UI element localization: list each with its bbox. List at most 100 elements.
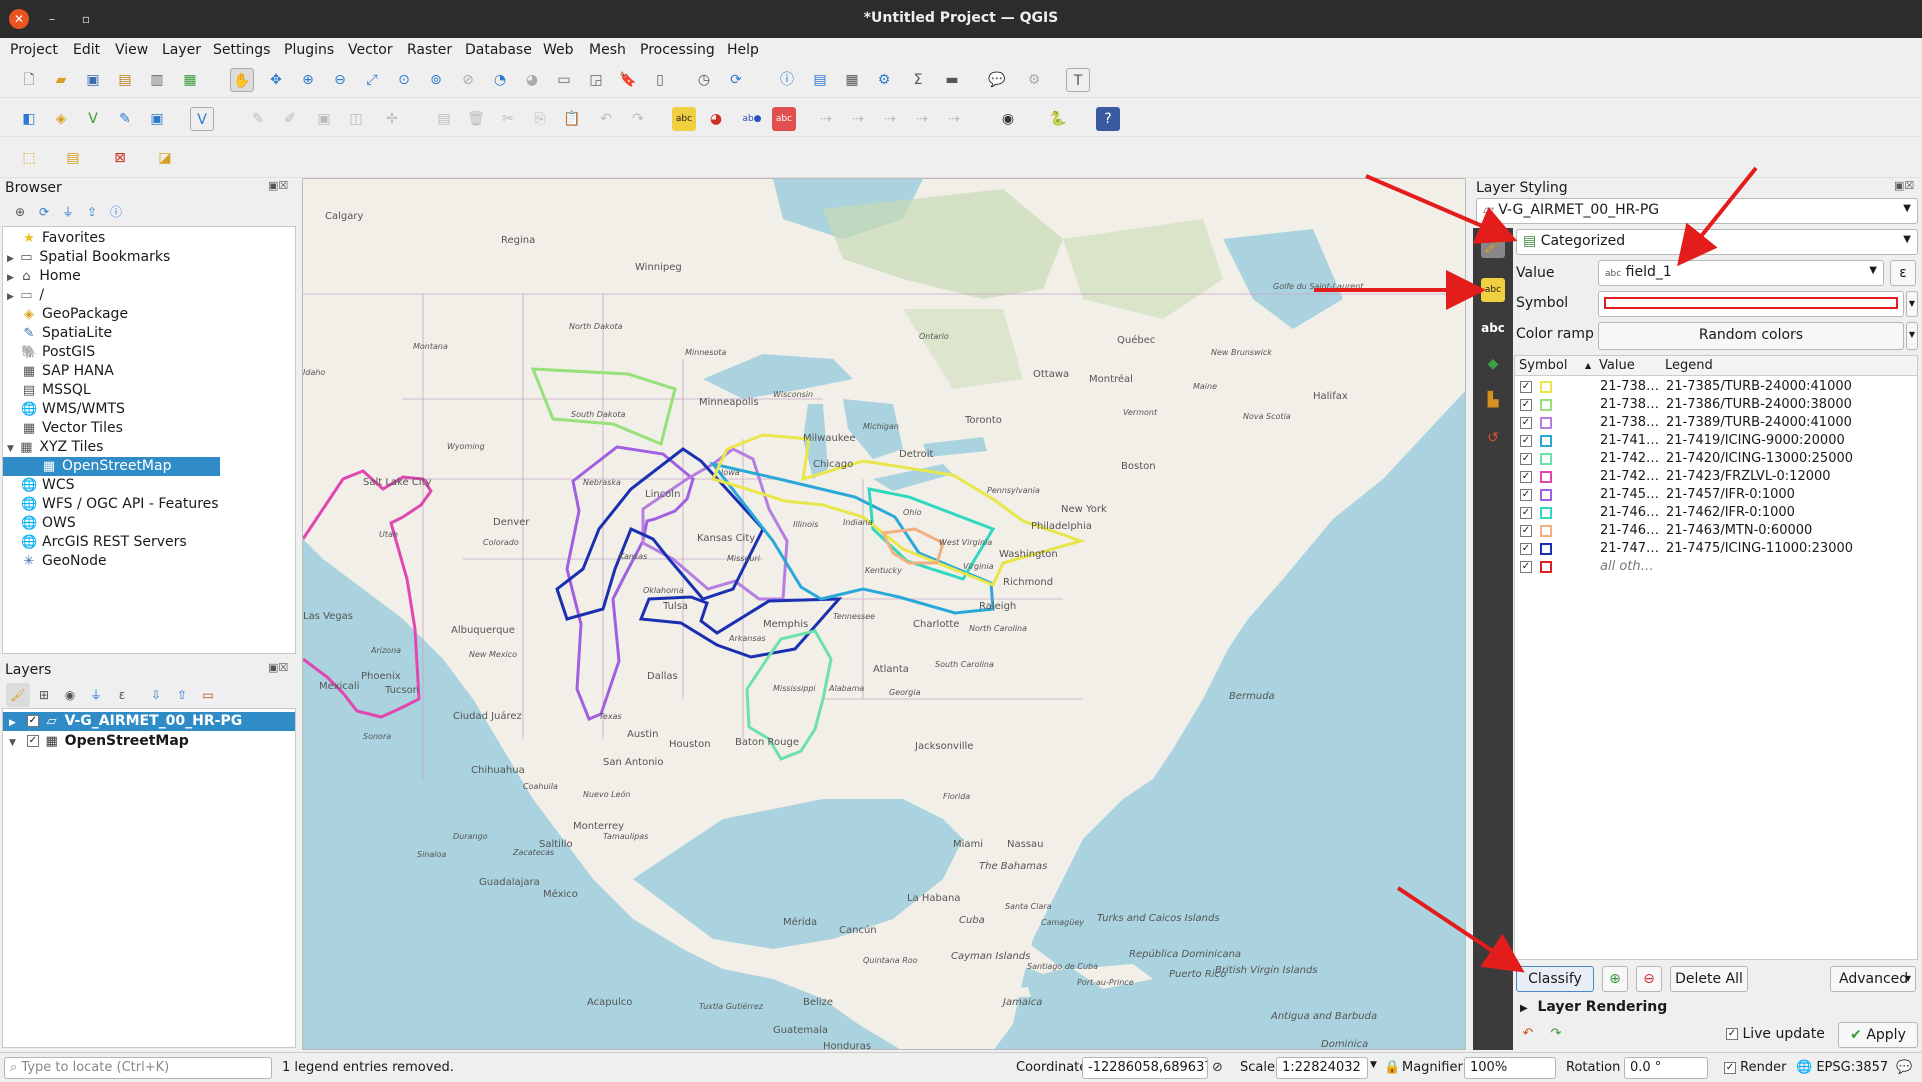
expand-arrow-icon[interactable]: ▶ [7, 292, 14, 302]
crs-button[interactable]: 🌐 EPSG:3857 [1796, 1060, 1888, 1075]
browser-item-geonode[interactable]: ✳ GeoNode [21, 552, 107, 571]
zoom-out-icon[interactable]: ⊖ [328, 68, 352, 92]
browser-item-arcgis[interactable]: 🌐 ArcGIS REST Servers [21, 533, 187, 552]
class-symbol-swatch[interactable] [1540, 380, 1552, 393]
labels-tab-icon[interactable]: abc [1481, 278, 1505, 302]
locator-search-input[interactable]: ⌕ Type to locate (Ctrl+K) [4, 1057, 272, 1079]
class-row[interactable]: ✓ 21-738… 21-7389/TURB-24000:41000 [1516, 414, 1852, 432]
class-value[interactable]: 21-746… [1600, 522, 1659, 540]
layer-styling-icon[interactable]: 🖌 [6, 683, 30, 707]
class-visibility-checkbox[interactable]: ✓ [1520, 470, 1532, 483]
color-ramp-dropdown[interactable]: ▼ [1906, 322, 1918, 350]
new-shapefile-icon[interactable]: V [81, 107, 105, 131]
class-symbol-swatch[interactable] [1540, 488, 1552, 501]
modify-attributes-icon[interactable]: ▤ [432, 107, 456, 131]
help-icon[interactable]: ? [1096, 107, 1120, 131]
identify-icon[interactable]: ⓘ [775, 68, 799, 92]
plugin-icon[interactable]: ◉ [996, 107, 1020, 131]
add-feature-icon[interactable]: ◫ [344, 107, 368, 131]
remove-layer-icon[interactable]: ▭ [196, 683, 220, 707]
apply-button[interactable]: ✔ Apply [1838, 1022, 1918, 1048]
digitize-icon[interactable]: ✐ [278, 107, 302, 131]
class-visibility-checkbox[interactable]: ✓ [1520, 560, 1532, 573]
class-symbol-swatch[interactable] [1540, 506, 1552, 519]
3d-view-tab-icon[interactable]: ◆ [1481, 352, 1505, 376]
class-row[interactable]: ✓ 21-746… 21-7463/MTN-0:60000 [1516, 522, 1812, 540]
class-symbol-swatch[interactable] [1540, 398, 1552, 411]
pan-to-selection-icon[interactable]: ✥ [264, 68, 288, 92]
class-visibility-checkbox[interactable]: ✓ [1520, 398, 1532, 411]
new-3d-view-icon[interactable]: ◲ [584, 68, 608, 92]
live-update-checkbox[interactable]: ✓ [1726, 1028, 1738, 1040]
filter-legend-icon[interactable]: ⏚ [84, 683, 108, 707]
class-value[interactable]: 21-742… [1600, 450, 1659, 468]
float-panel-icon[interactable]: ▣☒ [1894, 179, 1914, 192]
show-bookmarks-icon[interactable]: ▯ [648, 68, 672, 92]
class-value[interactable]: 21-738… [1600, 396, 1659, 414]
magnifier-field[interactable]: 100% [1464, 1057, 1556, 1079]
add-selected-layers-icon[interactable]: ⊕ [8, 200, 32, 224]
add-vector-layer-icon[interactable]: V [190, 107, 214, 131]
menu-settings[interactable]: Settings [213, 42, 270, 58]
map-canvas[interactable]: Calgary Regina Winnipeg Minneapolis Milw… [302, 178, 1466, 1050]
zoom-in-icon[interactable]: ⊕ [296, 68, 320, 92]
select-by-value-icon[interactable]: ▤ [61, 146, 85, 170]
layer-visibility-checkbox[interactable]: ✓ [26, 735, 39, 747]
pan-icon[interactable]: ✋ [230, 68, 254, 92]
expand-arrow-icon[interactable]: ▼ [9, 738, 16, 748]
properties-icon[interactable]: ⓘ [104, 200, 128, 224]
column-header-legend[interactable]: Legend [1665, 356, 1713, 376]
expand-all-icon[interactable]: ⇩ [144, 683, 168, 707]
class-symbol-swatch[interactable] [1540, 452, 1552, 465]
new-map-view-icon[interactable]: ▭ [552, 68, 576, 92]
layer-visibility-checkbox[interactable]: ✓ [26, 715, 39, 727]
class-value[interactable]: 21-738… [1600, 414, 1659, 432]
menu-mesh[interactable]: Mesh [589, 42, 626, 58]
styling-layer-select[interactable]: ▱ V-G_AIRMET_00_HR-PG ▼ [1476, 198, 1918, 224]
temporal-controller-icon[interactable]: ◷ [692, 68, 716, 92]
menu-raster[interactable]: Raster [407, 42, 452, 58]
filter-expression-icon[interactable]: ε [110, 683, 134, 707]
class-row[interactable]: ✓ 21-747… 21-7475/ICING-11000:23000 [1516, 540, 1853, 558]
class-visibility-checkbox[interactable]: ✓ [1520, 416, 1532, 429]
zoom-full-icon[interactable]: ⤢ [360, 68, 384, 92]
collapse-all-icon[interactable]: ⇧ [170, 683, 194, 707]
browser-item-ows[interactable]: 🌐 OWS [21, 514, 76, 533]
attribute-table-icon[interactable]: ▤ [808, 68, 832, 92]
map-tips-icon[interactable]: 💬 [985, 68, 1009, 92]
layout-manager-icon[interactable]: ▥ [145, 68, 169, 92]
new-project-icon[interactable]: 🗋 [17, 68, 41, 92]
new-bookmark-icon[interactable]: 🔖 [616, 68, 640, 92]
select-features-icon[interactable]: ⬚ [17, 146, 41, 170]
messages-icon[interactable]: 💬 [1896, 1060, 1912, 1075]
float-panel-icon[interactable]: ▣☒ [268, 661, 288, 674]
browser-item-saphana[interactable]: ▦ SAP HANA [21, 362, 114, 381]
pin-labels-icon[interactable]: ab● [740, 107, 764, 131]
history-tab-icon[interactable]: ↺ [1481, 426, 1505, 450]
refresh-browser-icon[interactable]: ⟳ [32, 200, 56, 224]
measure-icon[interactable]: ▬ [940, 68, 964, 92]
class-legend[interactable]: 21-7419/ICING-9000:20000 [1666, 432, 1845, 450]
render-checkbox[interactable]: ✓ [1724, 1061, 1736, 1074]
advanced-button[interactable]: Advanced ▼ [1830, 966, 1916, 992]
class-visibility-checkbox[interactable]: ✓ [1520, 506, 1532, 519]
zoom-native-icon[interactable]: ⊘ [456, 68, 480, 92]
browser-item-wfs[interactable]: 🌐 WFS / OGC API - Features [21, 495, 219, 514]
class-legend[interactable]: 21-7420/ICING-13000:25000 [1666, 450, 1853, 468]
class-row[interactable]: ✓ all oth… [1516, 558, 1654, 576]
map-svg[interactable]: Calgary Regina Winnipeg Minneapolis Milw… [303, 179, 1466, 1050]
text-annotation-icon[interactable]: T [1066, 68, 1090, 92]
open-project-icon[interactable]: ▰ [49, 68, 73, 92]
class-visibility-checkbox[interactable]: ✓ [1520, 434, 1532, 447]
class-row[interactable]: ✓ 21-746… 21-7462/IFR-0:1000 [1516, 504, 1795, 522]
class-visibility-checkbox[interactable]: ✓ [1520, 488, 1532, 501]
coordinate-field[interactable]: -12286058,6896377 [1082, 1057, 1208, 1079]
new-virtual-layer-icon[interactable]: ▣ [145, 107, 169, 131]
class-value[interactable]: 21-741… [1600, 432, 1659, 450]
layer-rendering-group[interactable]: ▶ Layer Rendering [1520, 999, 1667, 1015]
data-source-manager-icon[interactable]: ◧ [17, 107, 41, 131]
class-symbol-swatch[interactable] [1540, 434, 1552, 447]
collapse-arrow-icon[interactable]: ▼ [7, 444, 14, 454]
label-properties-icon[interactable]: ⇢ [942, 107, 966, 131]
new-temporary-layer-icon[interactable]: ✎ [113, 107, 137, 131]
